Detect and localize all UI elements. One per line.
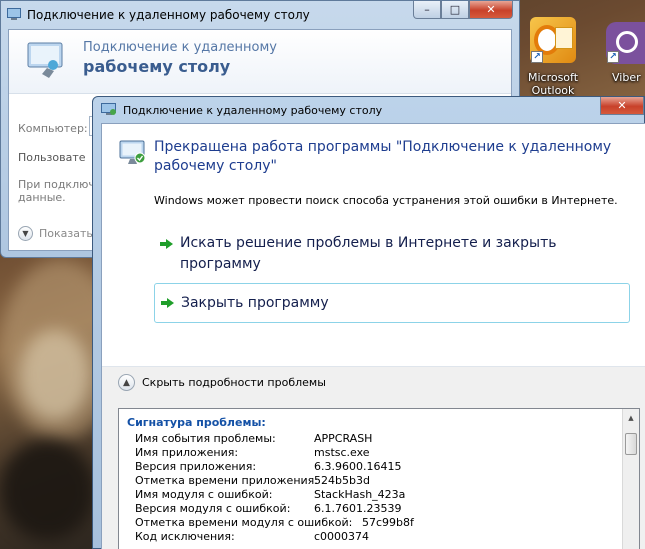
signature-name: Имя модуля с ошибкой: [135,488,273,501]
wallpaper-blob [20,330,90,420]
hide-details-button[interactable]: ▲ Скрыть подробности проблемы [118,374,326,391]
rdp-icon [101,103,116,115]
search-solution-label: Искать решение проблемы в Интернете и за… [180,235,557,272]
rdp-icon [7,8,21,20]
info-line2: данные. [18,191,66,204]
signature-name: Имя приложения: [135,446,239,459]
signature-name: Код исключения: [135,530,235,543]
envelope-icon [555,27,573,49]
dialog-description: Windows может провести поиск способа уст… [154,194,618,207]
show-options-label: Показать [39,227,93,240]
problem-signature-box[interactable]: Сигнатура проблемы: Имя события проблемы… [118,408,640,549]
computer-label: Компьютер: [18,122,88,135]
viber-phone-glyph [616,31,638,53]
wallpaper-blob [0,440,95,540]
search-solution-link[interactable]: Искать решение проблемы в Интернете и за… [154,228,630,280]
minimize-button[interactable]: – [413,1,441,19]
dialog-client: Прекращена работа программы "Подключение… [101,123,645,549]
back-window-caption-buttons: – □ ✕ [413,1,513,19]
signature-name: Версия приложения: [135,460,257,473]
signature-value: 57c99b8f [362,516,414,529]
viber-shortcut-label[interactable]: Viber [612,71,641,84]
signature-value: c0000374 [314,530,370,543]
dialog-title: Подключение к удаленному рабочему столу [123,104,383,117]
green-arrow-icon [161,297,174,309]
rdp-monitor-icon [119,140,146,164]
chevron-up-icon: ▲ [118,374,135,391]
signature-value: StackHash_423a [314,488,406,501]
back-window-titlebar[interactable]: Подключение к удаленному рабочему столу … [1,1,519,29]
outlook-label-line1: Microsoft [527,71,579,84]
user-label: Пользовате [18,151,86,164]
signature-title: Сигнатура проблемы: [127,416,266,429]
close-program-label: Закрыть программу [181,294,329,311]
green-arrow-icon [160,238,173,250]
close-program-link[interactable]: Закрыть программу [154,283,630,323]
chevron-down-icon: ▼ [18,226,33,241]
dialog-heading: Прекращена работа программы "Подключение… [154,139,612,174]
signature-name: Версия модуля с ошибкой: [135,502,291,515]
info-line1: При подключе [18,178,102,191]
dialog-close-button[interactable]: ✕ [600,97,644,115]
details-scrollbar[interactable]: ▲ [622,409,639,549]
close-button[interactable]: ✕ [469,1,513,19]
back-header-line1: Подключение к удаленному [83,40,277,55]
shortcut-arrow-icon: ↗ [607,51,619,63]
dialog-caption-buttons: ✕ [600,97,644,115]
scroll-thumb[interactable] [625,433,637,455]
signature-name: Отметка времени модуля с ошибкой: [135,516,353,529]
shortcut-arrow-icon: ↗ [531,51,543,63]
signature-value: 524b5b3d [314,474,370,487]
signature-value: 6.3.9600.16415 [314,460,402,473]
signature-value: 6.1.7601.23539 [314,502,402,515]
back-window-title: Подключение к удаленному рабочему столу [27,8,310,22]
signature-name: Имя события проблемы: [135,432,276,445]
rdp-monitor-icon [27,42,63,78]
hide-details-label: Скрыть подробности проблемы [142,376,326,389]
back-window-header: Подключение к удаленному рабочему столу [9,30,511,94]
show-options-button[interactable]: ▼ Показать [18,226,93,241]
signature-value: APPCRASH [314,432,373,445]
signature-value: mstsc.exe [314,446,370,459]
signature-name: Отметка времени приложения: [135,474,318,487]
back-header-line2: рабочему столу [83,57,231,76]
maximize-button[interactable]: □ [441,1,469,19]
scroll-up-icon[interactable]: ▲ [623,409,639,426]
error-dialog[interactable]: Подключение к удаленному рабочему столу … [92,96,645,549]
